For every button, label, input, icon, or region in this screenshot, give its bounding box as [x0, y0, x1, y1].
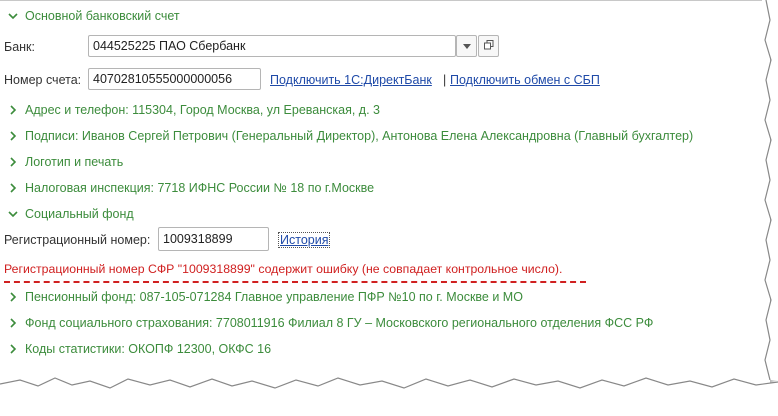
chevron-down-icon — [7, 10, 19, 22]
connect-directbank-link[interactable]: Подключить 1С:ДиректБанк — [270, 73, 432, 87]
organization-form-panel: Основной банковский счет Банк: 044525225… — [0, 0, 770, 388]
section-signatures[interactable]: Подписи: Иванов Сергей Петрович (Генерал… — [0, 127, 693, 145]
account-number-value: 40702810555000000056 — [93, 72, 233, 86]
section-title: Фонд социального страхования: 7708011916… — [25, 316, 654, 330]
bank-label: Банк: — [4, 40, 35, 54]
registration-number-field[interactable]: 1009318899 — [158, 227, 269, 251]
section-social-fund[interactable]: Социальный фонд — [0, 205, 134, 223]
section-title: Коды статистики: ОКОПФ 12300, ОКФС 16 — [25, 342, 272, 356]
section-title: Подписи: Иванов Сергей Петрович (Генерал… — [25, 129, 694, 143]
section-logo[interactable]: Логотип и печать — [0, 153, 123, 171]
error-message: Регистрационный номер СФР "1009318899" с… — [4, 262, 563, 276]
chevron-right-icon — [7, 182, 19, 194]
top-divider — [0, 0, 762, 1]
section-title: Адрес и телефон: 115304, Город Москва, у… — [25, 103, 380, 117]
triangle-down-icon — [462, 39, 471, 53]
section-address[interactable]: Адрес и телефон: 115304, Город Москва, у… — [0, 101, 380, 119]
open-form-icon — [483, 39, 494, 53]
section-title: Пенсионный фонд: 087-105-071284 Главное … — [25, 290, 523, 304]
connect-sbp-link[interactable]: Подключить обмен с СБП — [450, 73, 600, 87]
chevron-right-icon — [7, 343, 19, 355]
chevron-down-icon — [7, 208, 19, 220]
registration-number-value: 1009318899 — [163, 232, 233, 246]
section-fss[interactable]: Фонд социального страхования: 7708011916… — [0, 314, 653, 332]
section-pension[interactable]: Пенсионный фонд: 087-105-071284 Главное … — [0, 288, 523, 306]
section-title: Налоговая инспекция: 7718 ИФНС России № … — [25, 181, 375, 195]
bank-dropdown-button[interactable] — [456, 35, 477, 57]
bank-open-button[interactable] — [478, 35, 499, 57]
chevron-right-icon — [7, 130, 19, 142]
torn-edge-right-decoration — [764, 0, 778, 380]
registration-number-label: Регистрационный номер: — [4, 233, 151, 247]
chevron-right-icon — [7, 317, 19, 329]
section-title: Социальный фонд — [25, 207, 134, 221]
torn-edge-decoration — [0, 377, 778, 416]
bank-field-value: 044525225 ПАО Сбербанк — [93, 39, 246, 53]
account-label: Номер счета: — [4, 73, 82, 87]
link-separator: | — [443, 73, 447, 87]
error-underline — [4, 281, 586, 283]
section-stats[interactable]: Коды статистики: ОКОПФ 12300, ОКФС 16 — [0, 340, 271, 358]
chevron-right-icon — [7, 156, 19, 168]
section-title: Логотип и печать — [25, 155, 124, 169]
section-tax[interactable]: Налоговая инспекция: 7718 ИФНС России № … — [0, 179, 374, 197]
section-bank-account[interactable]: Основной банковский счет — [0, 7, 180, 25]
history-link[interactable]: История — [278, 232, 331, 248]
account-number-field[interactable]: 40702810555000000056 — [88, 68, 261, 90]
chevron-right-icon — [7, 104, 19, 116]
section-title: Основной банковский счет — [25, 9, 180, 23]
chevron-right-icon — [7, 291, 19, 303]
bank-field[interactable]: 044525225 ПАО Сбербанк — [88, 35, 456, 57]
